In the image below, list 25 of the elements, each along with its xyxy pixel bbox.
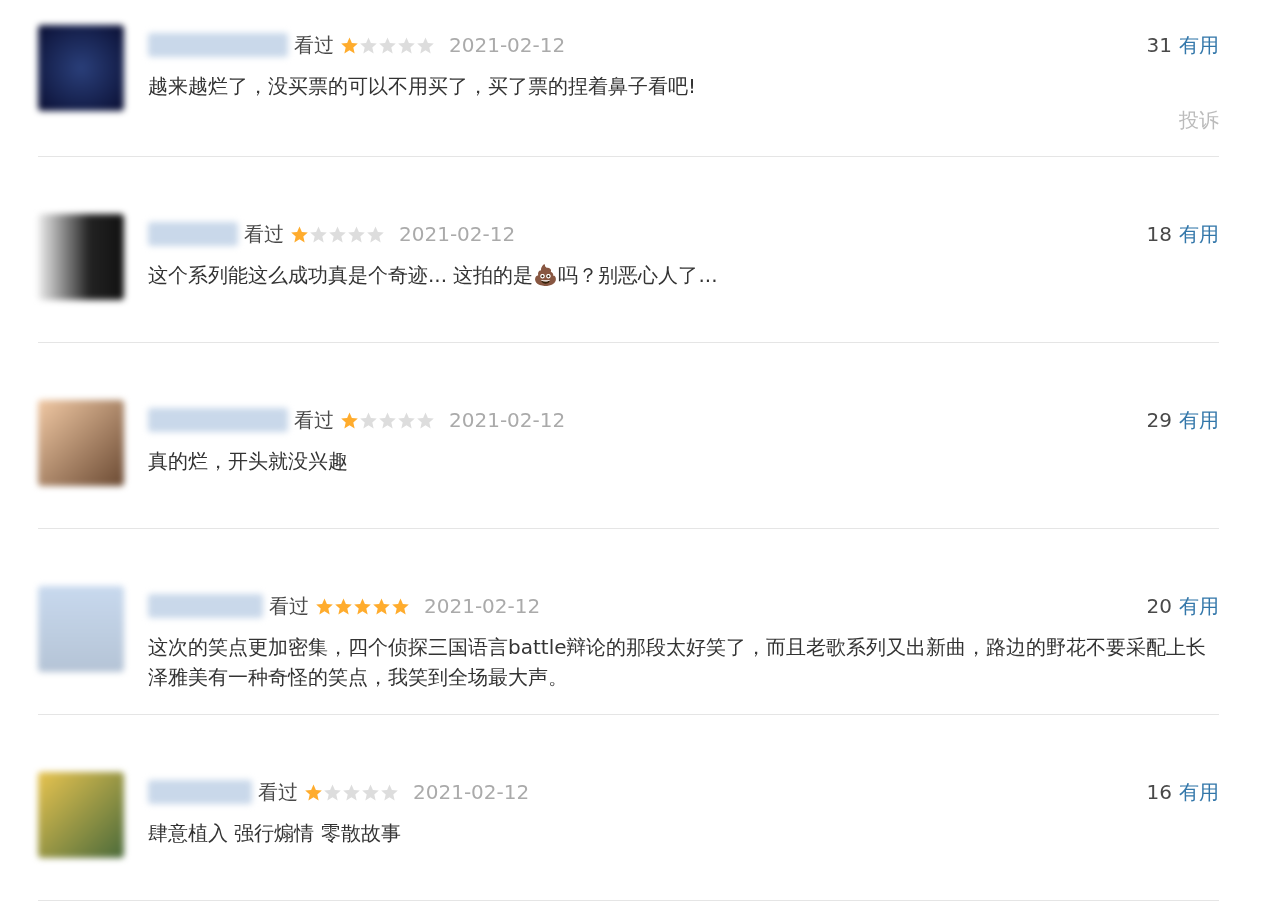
vote-count: 29 [1146, 408, 1172, 432]
watched-label: 看过 [294, 31, 334, 59]
comment-date: 2021-02-12 [424, 594, 541, 618]
comment-date: 2021-02-12 [449, 33, 566, 57]
comment-date: 2021-02-12 [413, 780, 530, 804]
watched-label: 看过 [258, 778, 298, 806]
useful-link[interactable]: 有用 [1179, 778, 1219, 806]
vote-count: 20 [1146, 594, 1172, 618]
watched-label: 看过 [294, 406, 334, 434]
useful-link[interactable]: 有用 [1179, 220, 1219, 248]
useful-link[interactable]: 有用 [1179, 592, 1219, 620]
comment-text: 这个系列能这么成功真是个奇迹... 这拍的是💩吗？别恶心人了... [148, 262, 719, 289]
useful-link[interactable]: 有用 [1179, 406, 1219, 434]
useful-link[interactable]: 有用 [1179, 31, 1219, 59]
vote-count: 16 [1146, 780, 1172, 804]
comment-date: 2021-02-12 [449, 408, 566, 432]
comment-date: 2021-02-12 [399, 222, 516, 246]
comment-text: 这次的笑点更加密集，四个侦探三国语言battle辩论的那段太好笑了，而且老歌系列又出新曲，路边的野花不要采配上长泽雅美有一种奇怪的笑点，我笑到全场最大声。 [148, 634, 1208, 691]
watched-label: 看过 [269, 592, 309, 620]
watched-label: 看过 [244, 220, 284, 248]
comment-text: 肆意植入 强行煽情 零散故事 [148, 820, 402, 847]
comment-text: 越来越烂了，没买票的可以不用买了，买了票的捏着鼻子看吧! [148, 73, 698, 100]
vote-count: 31 [1146, 33, 1172, 57]
comment-text: 真的烂，开头就没兴趣 [148, 448, 349, 475]
vote-count: 18 [1146, 222, 1172, 246]
